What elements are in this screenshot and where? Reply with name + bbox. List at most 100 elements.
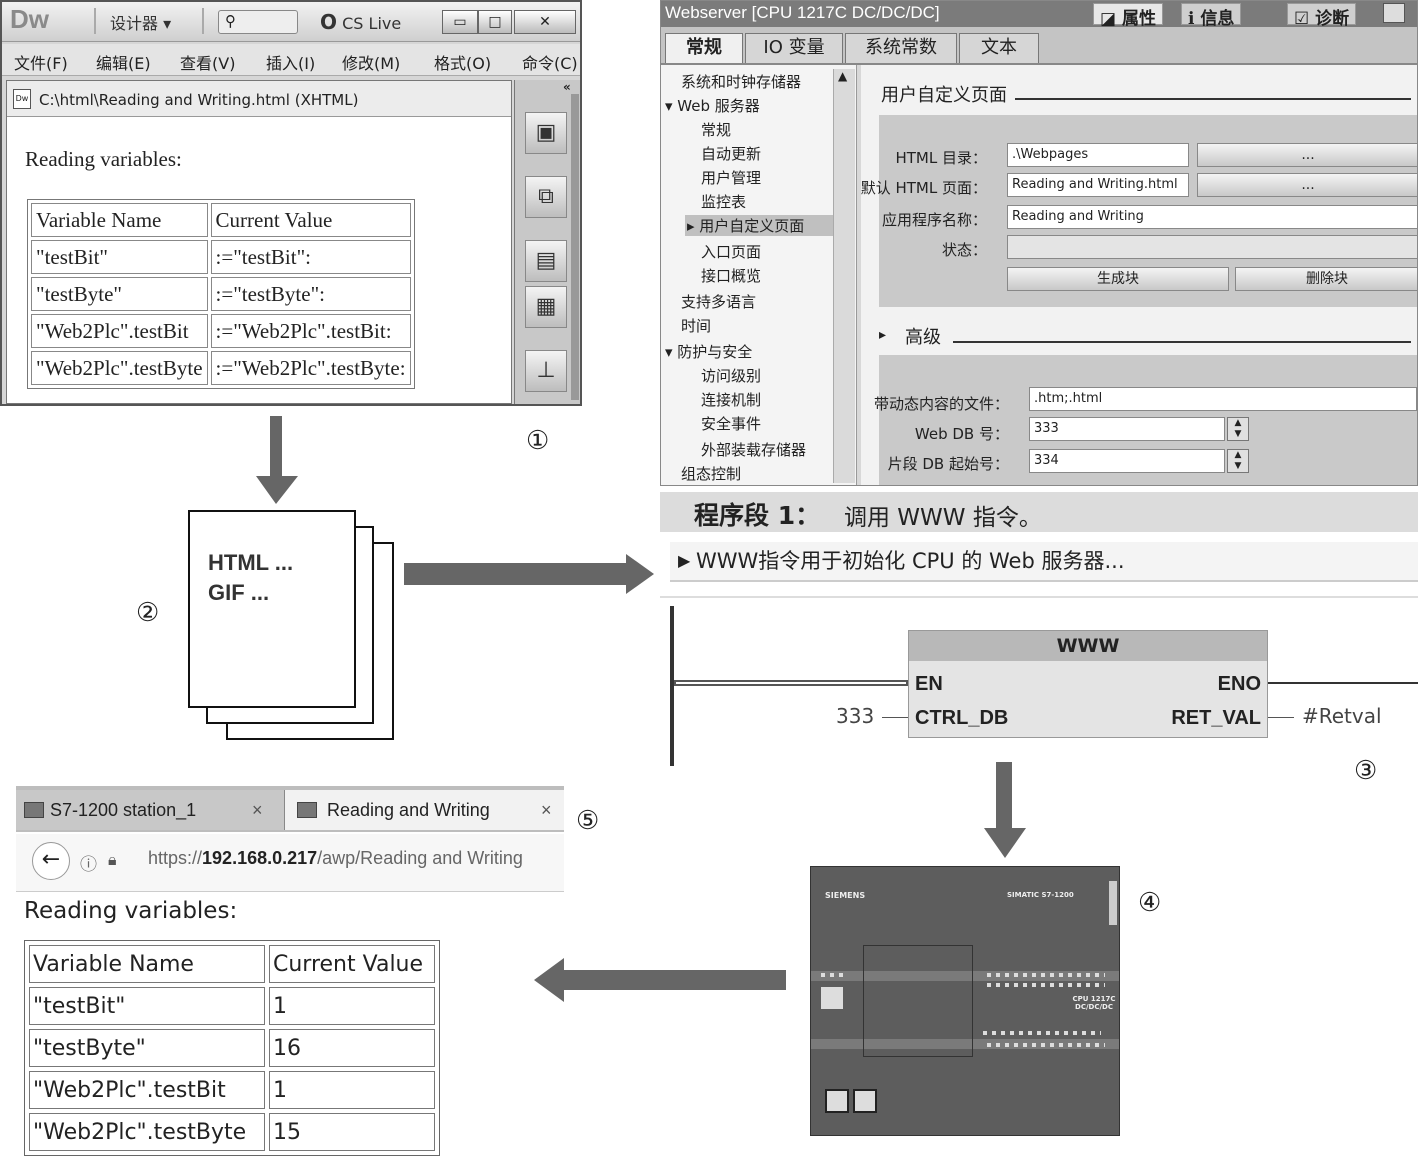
table-row: "Web2Plc".testByte :="Web2Plc".testByte: [31,351,411,385]
dynamic-files-input[interactable]: .htm;.html [1029,387,1417,411]
menu-format[interactable]: 格式(O) [434,50,491,74]
nav-item-selected[interactable]: ▸ 用户自定义页面 [685,215,833,236]
tab-diagnostics[interactable]: ☑ 诊断 [1287,3,1357,29]
url-field[interactable]: https://192.168.0.217/awp/Reading and Wr… [148,848,523,869]
menu-insert[interactable]: 插入(I) [266,50,315,74]
expand-icon[interactable]: ▶ [678,542,690,580]
delete-blocks-button[interactable]: 删除块 [1235,267,1417,291]
browser-tab-active[interactable]: Reading and Writing × [284,790,564,830]
separator [202,8,204,34]
siemens-favicon-icon [297,802,317,818]
scroll-up-icon[interactable]: ▲ [838,69,847,83]
spinner-icon[interactable]: ▲ ▼ [1227,449,1249,473]
tab-system-constants[interactable]: 系统常数 [845,33,957,63]
menu-edit[interactable]: 编辑(E) [96,50,151,74]
browser-tab-strip: S7-1200 station_1 × Reading and Writing … [16,786,564,832]
fragment-db-input[interactable]: 334 [1029,449,1225,473]
workspace-switcher[interactable]: 设计器 ▾ [110,10,171,34]
maximize-button[interactable]: □ [478,10,512,34]
nav-item[interactable]: 常规 [701,119,731,140]
divider [660,596,1418,598]
menu-modify[interactable]: 修改(M) [342,50,400,74]
html-dir-input[interactable]: .\Webpages [1007,143,1189,167]
table-cell: :="Web2Plc".testByte: [210,351,411,385]
web-db-input[interactable]: 333 [1029,417,1225,441]
ret-val-operand[interactable]: #Retval [1302,704,1382,728]
nav-item[interactable]: 自动更新 [701,143,761,164]
nav-item[interactable]: 连接机制 [701,389,761,410]
menu-view[interactable]: 查看(V) [180,50,235,74]
generate-blocks-button[interactable]: 生成块 [1007,267,1229,291]
scrollbar[interactable] [571,94,579,400]
tab-close-icon[interactable]: × [541,790,552,830]
app-name-input[interactable]: Reading and Writing [1007,205,1417,229]
document-tab[interactable]: Dw C:\html\Reading and Writing.html (XHT… [7,81,511,117]
assets-panel-icon[interactable]: ⧉ [525,176,567,218]
table-cell: 1 [269,1071,435,1109]
info-icon[interactable]: ⓘ [80,850,97,875]
tab-general[interactable]: 常规 [665,33,743,63]
minimize-button[interactable]: ▭ [442,10,478,34]
spinner-icon[interactable]: ▲ ▼ [1227,417,1249,441]
collapse-icon[interactable]: « [563,80,571,94]
cs-live-button[interactable]: O CS Live [320,10,401,34]
browser-tab[interactable]: S7-1200 station_1 × [16,790,286,830]
tab-close-icon[interactable]: × [252,790,263,830]
nav-item[interactable]: 安全事件 [701,413,761,434]
default-page-input[interactable]: Reading and Writing.html [1007,173,1189,197]
browser-window: S7-1200 station_1 × Reading and Writing … [16,786,564,892]
diagnostics-icon: ☑ [1294,9,1310,29]
browse-button[interactable]: ... [1197,143,1417,167]
field-label: 片段 DB 起始号： [887,455,1009,473]
nav-item[interactable]: 接口概览 [701,265,761,286]
search-input[interactable]: ⚲ [218,10,298,34]
menu-commands[interactable]: 命令(C) [522,50,578,74]
nav-item[interactable]: ▾ 防护与安全 [665,341,752,362]
sitemap-panel-icon[interactable]: ⊥ [525,350,567,392]
close-button[interactable]: ✕ [514,10,576,34]
browse-button[interactable]: ... [1197,173,1417,197]
panel-toolbar: « ▣ ⧉ ▤ ▦ ⊥ [514,80,580,404]
table-cell: "Web2Plc".testByte [31,351,208,385]
back-button[interactable]: ← [32,842,70,880]
nav-item[interactable]: 外部装载存储器 [701,439,806,460]
grid-panel-icon[interactable]: ▦ [525,286,567,328]
table-cell: "testBit" [29,987,265,1025]
tia-title-bar: Webserver [CPU 1217C DC/DC/DC] ◪ 属性 ℹ 信息… [661,1,1417,29]
segment-description[interactable]: ▶ WWW指令用于初始化 CPU 的 Web 服务器... [670,542,1418,582]
database-panel-icon[interactable]: ▤ [525,240,567,282]
arrow-right-icon [404,554,654,594]
search-icon: ⚲ [225,12,236,30]
nav-item[interactable]: 时间 [681,315,711,336]
image-panel-icon[interactable]: ▣ [525,112,567,154]
nav-scrollbar[interactable]: ▲ [833,69,855,483]
menu-file[interactable]: 文件(F) [14,50,68,74]
tab-info[interactable]: ℹ 信息 [1181,3,1242,29]
www-instruction-block[interactable]: WWW EN ENO CTRL_DB RET_VAL [908,630,1268,738]
tab-texts[interactable]: 文本 [959,33,1039,63]
nav-item[interactable]: 监控表 [701,191,746,212]
en-wire [674,680,908,686]
table-row: "testByte" 16 [29,1029,435,1067]
menu-bar: 文件(F) 编辑(E) 查看(V) 插入(I) 修改(M) 格式(O) 命令(C… [2,44,580,76]
nav-item[interactable]: 支持多语言 [681,291,756,312]
user-pages-group: HTML 目录： .\Webpages ... 默认 HTML 页面： Read… [861,115,1417,307]
plc-latch [1109,881,1117,925]
nav-item[interactable]: ▾ Web 服务器 [665,95,760,116]
field-label: HTML 目录： [895,149,987,167]
nav-item[interactable]: 组态控制 [681,463,741,484]
nav-item[interactable]: 访问级别 [701,365,761,386]
pin-ctrl-db: CTRL_DB [915,707,1009,729]
nav-item[interactable]: 入口页面 [701,241,761,262]
expand-icon[interactable]: ▸ [879,327,886,343]
nav-item[interactable]: 系统和时钟存储器 [681,71,801,92]
nav-item[interactable]: 用户管理 [701,167,761,188]
file-type-html: HTML ... [208,550,294,575]
restore-button[interactable] [1383,3,1405,23]
tab-io-tags[interactable]: IO 变量 [745,33,843,63]
tab-properties[interactable]: ◪ 属性 [1093,3,1163,29]
ctrl-db-value[interactable]: 333 [836,704,874,728]
arrow-down-icon [984,762,1026,858]
pin-ret-val: RET_VAL [1171,707,1261,729]
header-cell: Current Value [269,945,435,983]
